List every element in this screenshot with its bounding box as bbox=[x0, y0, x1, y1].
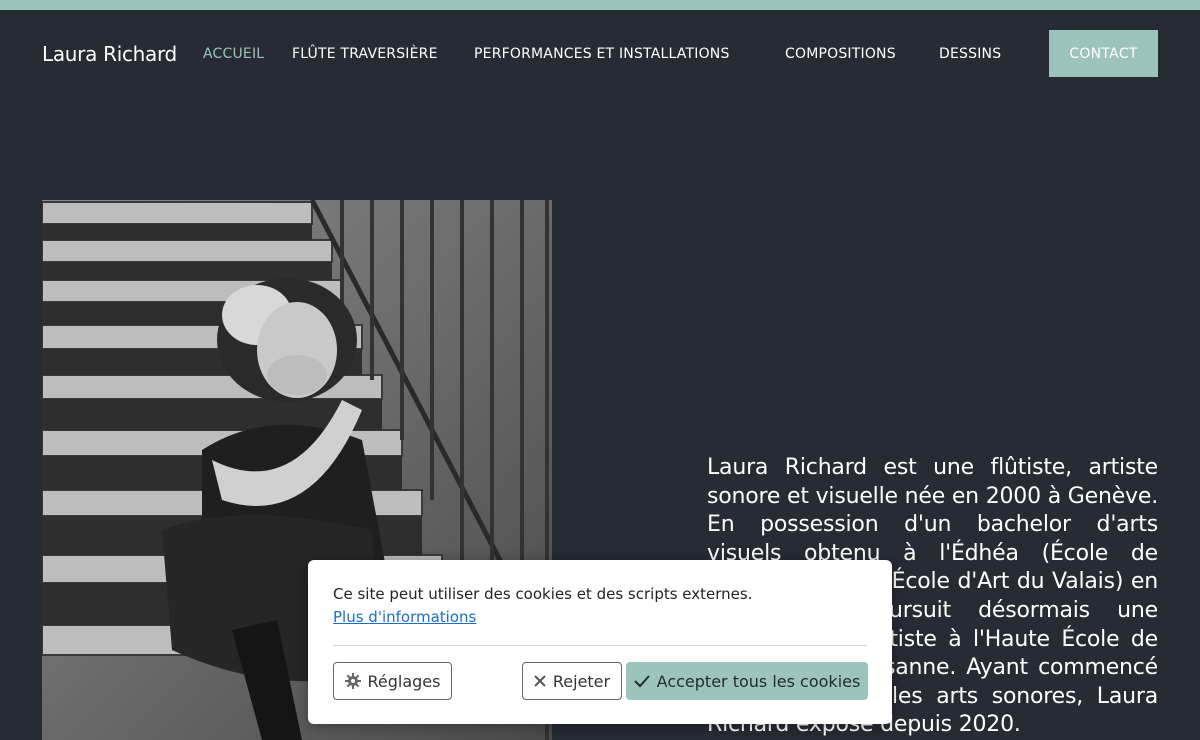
site-brand[interactable]: Laura Richard bbox=[42, 42, 177, 66]
cookie-divider bbox=[333, 645, 867, 646]
reject-label: Rejeter bbox=[552, 671, 611, 691]
more-info-link[interactable]: Plus d'informations bbox=[333, 608, 476, 626]
nav-item-accueil[interactable]: ACCUEIL bbox=[203, 46, 264, 62]
nav-item-compositions[interactable]: COMPOSITIONS bbox=[785, 46, 896, 62]
cookie-banner: Ce site peut utiliser des cookies et des… bbox=[308, 560, 892, 724]
nav-item-dessins[interactable]: DESSINS bbox=[939, 46, 1001, 62]
check-icon bbox=[633, 674, 650, 688]
contact-button[interactable]: CONTACT bbox=[1049, 30, 1158, 77]
nav-item-flute-traversiere[interactable]: FLÛTE TRAVERSIÈRE bbox=[292, 46, 438, 62]
accept-all-button[interactable]: Accepter tous les cookies bbox=[626, 662, 868, 700]
settings-label: Réglages bbox=[367, 671, 441, 691]
cookie-message: Ce site peut utiliser des cookies et des… bbox=[333, 585, 753, 603]
close-icon bbox=[534, 675, 546, 687]
nav-item-performances[interactable]: PERFORMANCES ET INSTALLATIONS bbox=[474, 46, 730, 62]
reject-button[interactable]: Rejeter bbox=[522, 662, 622, 700]
top-accent-strip bbox=[0, 0, 1200, 10]
settings-button[interactable]: Réglages bbox=[333, 662, 452, 700]
gear-icon bbox=[344, 673, 361, 689]
accept-label: Accepter tous les cookies bbox=[656, 671, 861, 691]
